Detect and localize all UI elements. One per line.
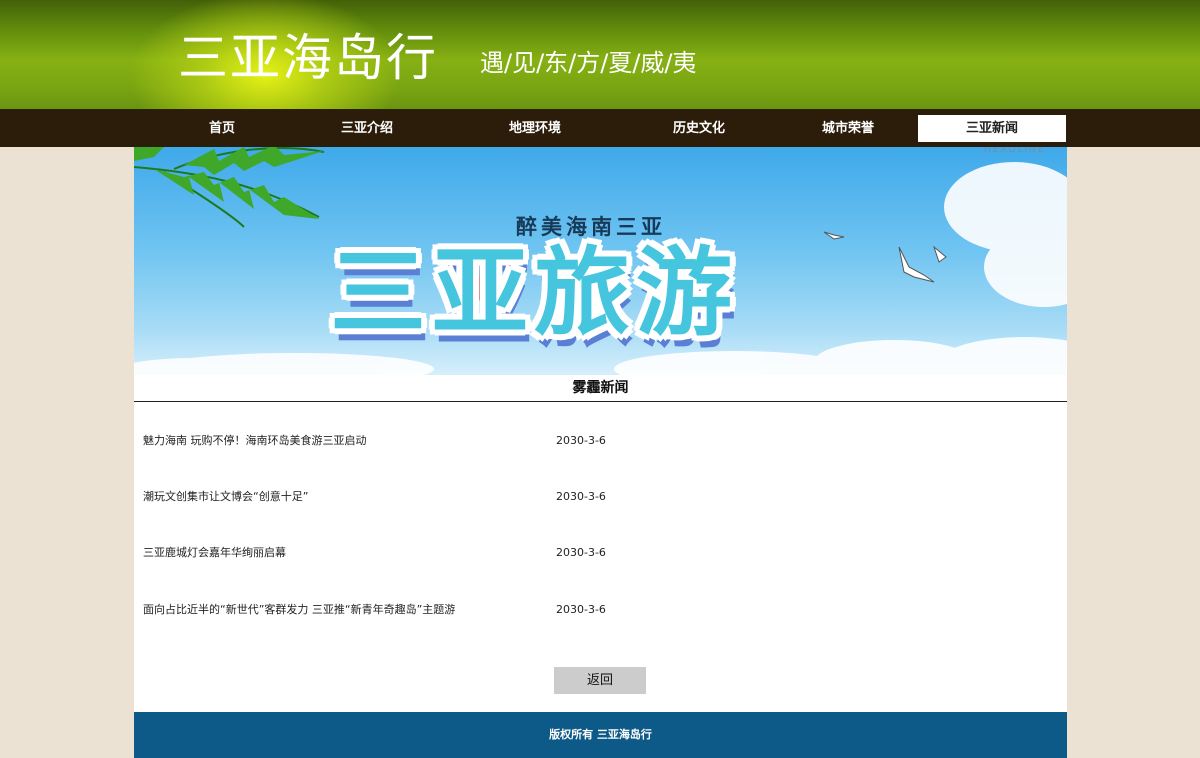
banner-watermark: HEADLINE <box>984 147 1046 155</box>
nav-item-history[interactable]: 历史文化 <box>625 115 773 142</box>
news-row: 三亚鹿城灯会嘉年华绚丽启幕 2030-3-6 <box>134 543 1067 563</box>
nav-item-geography[interactable]: 地理环境 <box>461 115 609 142</box>
news-title-link[interactable]: 三亚鹿城灯会嘉年华绚丽启幕 <box>143 543 286 563</box>
section-title: 雾霾新闻 <box>134 375 1067 402</box>
site-footer: 版权所有 三亚海岛行 <box>134 712 1067 758</box>
news-date: 2030-3-6 <box>556 490 606 503</box>
news-date: 2030-3-6 <box>556 603 606 616</box>
news-title-link[interactable]: 魅力海南 玩购不停！海南环岛美食游三亚启动 <box>143 431 367 451</box>
banner-image: HEADLINE 醉美海南三亚 三亚旅游 <box>134 147 1067 375</box>
news-row: 潮玩文创集市让文博会“创意十足” 2030-3-6 <box>134 487 1067 507</box>
main-content: HEADLINE 醉美海南三亚 三亚旅游 雾霾新闻 魅力海南 玩购不停！海南环岛… <box>134 147 1067 758</box>
site-header: 三亚海岛行 遇/见/东/方/夏/威/夷 <box>0 0 1200 109</box>
banner-title: 三亚旅游 <box>330 237 738 349</box>
news-title-link[interactable]: 面向占比近半的“新世代”客群发力 三亚推“新青年奇趣岛”主题游 <box>143 600 455 620</box>
copyright-text: 版权所有 三亚海岛行 <box>549 728 652 741</box>
news-row: 魅力海南 玩购不停！海南环岛美食游三亚启动 2030-3-6 <box>134 431 1067 451</box>
nav-item-news[interactable]: 三亚新闻 <box>918 115 1066 142</box>
nav-item-home[interactable]: 首页 <box>148 115 296 142</box>
nav-item-honors[interactable]: 城市荣誉 <box>774 115 922 142</box>
nav-item-intro[interactable]: 三亚介绍 <box>293 115 441 142</box>
site-title: 三亚海岛行 <box>178 29 438 87</box>
news-title-link[interactable]: 潮玩文创集市让文博会“创意十足” <box>143 487 308 507</box>
back-button[interactable]: 返回 <box>554 667 646 694</box>
site-slogan: 遇/见/东/方/夏/威/夷 <box>480 49 697 77</box>
main-nav: 首页 三亚介绍 地理环境 历史文化 城市荣誉 三亚新闻 <box>0 109 1200 147</box>
news-date: 2030-3-6 <box>556 546 606 559</box>
news-date: 2030-3-6 <box>556 434 606 447</box>
news-row: 面向占比近半的“新世代”客群发力 三亚推“新青年奇趣岛”主题游 2030-3-6 <box>134 600 1067 620</box>
